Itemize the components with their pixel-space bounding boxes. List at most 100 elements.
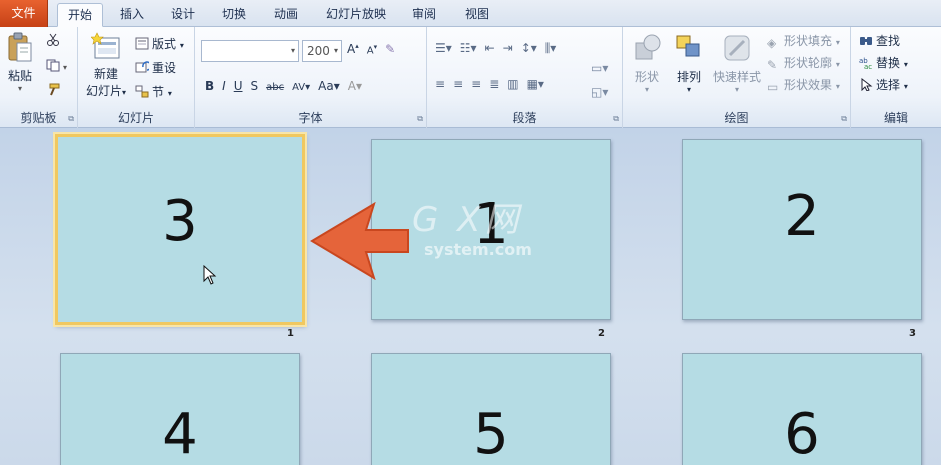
select-icon: [861, 78, 873, 91]
italic-icon[interactable]: I: [222, 79, 226, 93]
find-button[interactable]: 查找: [859, 32, 900, 49]
clear-format-icon[interactable]: ✎: [385, 42, 395, 56]
slide-number-text: 6: [784, 402, 820, 465]
font-size-input[interactable]: 200 ▾: [302, 40, 342, 62]
font-name-input[interactable]: ▾: [201, 40, 299, 62]
char-spacing-icon[interactable]: AV▾: [292, 82, 310, 93]
strikethrough-icon[interactable]: abc: [266, 82, 284, 93]
reset-icon: [135, 61, 149, 73]
tab-home[interactable]: 开始: [57, 3, 103, 27]
shape-effects-icon: ▭: [767, 80, 779, 94]
justify-icon[interactable]: ≣: [489, 77, 499, 91]
group-drawing: 形状 ▾ 排列 ▾ 快速样式 ▾ ◈ 形状填充 ▾ ✎ 形状轮廓 ▾ ▭ 形状效果: [623, 27, 851, 128]
change-case-icon[interactable]: Aa▾: [318, 79, 340, 93]
editing-group-label: 编辑: [883, 111, 908, 125]
shadow-icon[interactable]: S: [251, 79, 259, 93]
paragraph-align-buttons: ≡ ≡ ≡ ≣ ▥ ▦▾: [435, 77, 552, 91]
increase-indent-icon[interactable]: ⇥: [503, 41, 513, 55]
slide-index-3: 3: [909, 328, 916, 339]
font-format-buttons: B I U Sabc AV▾ Aa▾ A▾: [205, 79, 370, 93]
shapes-button[interactable]: 形状 ▾: [629, 33, 665, 94]
bullets-icon[interactable]: ☰▾: [435, 41, 452, 55]
paragraph-launcher-icon[interactable]: ⧉: [613, 114, 619, 124]
paragraph-group-label: 段落: [512, 111, 537, 125]
section-icon: [135, 85, 149, 98]
section-button[interactable]: 节 ▾: [135, 83, 172, 100]
copy-icon: [46, 59, 60, 72]
arrange-button[interactable]: 排列 ▾: [671, 33, 707, 94]
slide-number-text: 4: [162, 402, 198, 465]
tab-review[interactable]: 审阅: [402, 3, 446, 27]
slide-sorter-view[interactable]: 3 1 1 2 2 3 4 5 6 G X网 system.com: [0, 128, 941, 465]
tab-slideshow[interactable]: 幻灯片放映: [318, 3, 394, 27]
group-clipboard: 粘贴 ▾ ▾ 剪贴板 ⧉: [0, 27, 78, 128]
clipboard-launcher-icon[interactable]: ⧉: [68, 114, 74, 124]
slide-number-text: 5: [473, 402, 509, 465]
underline-icon[interactable]: U: [234, 79, 243, 93]
columns-icon[interactable]: ▦▾: [527, 77, 544, 91]
paste-button[interactable]: 粘贴 ▾: [2, 32, 38, 93]
layout-button[interactable]: 版式 ▾: [135, 35, 184, 52]
numbering-icon[interactable]: ☷▾: [460, 41, 477, 55]
group-slides: 新建 幻灯片▾ 版式 ▾ 重设 节 ▾ 幻灯片: [78, 27, 195, 128]
shape-outline-button[interactable]: ✎ 形状轮廓 ▾: [767, 54, 840, 72]
slide-thumbnail-6[interactable]: 6: [682, 353, 922, 465]
align-text-icon[interactable]: ▭▾: [591, 61, 608, 75]
align-right-icon[interactable]: ≡: [471, 77, 481, 91]
shrink-font-icon[interactable]: A▾: [367, 43, 377, 56]
font-color-icon[interactable]: A▾: [348, 79, 362, 93]
line-spacing-icon[interactable]: ↕▾: [521, 41, 537, 55]
replace-icon: abac: [859, 57, 872, 69]
watermark-brand: G X网: [412, 200, 523, 240]
cut-icon: [47, 33, 59, 46]
distributed-icon[interactable]: ▥: [507, 77, 518, 91]
cut-button[interactable]: [46, 33, 63, 47]
slide-index-1: 1: [287, 328, 294, 339]
drawing-launcher-icon[interactable]: ⧉: [841, 114, 847, 124]
group-font: ▾ 200 ▾ A▴ A▾ ✎ B I U Sabc AV▾ Aa▾ A▾ 字体 ⧉: [195, 27, 427, 128]
quick-styles-button[interactable]: 快速样式 ▾: [711, 33, 763, 94]
decrease-indent-icon[interactable]: ⇤: [485, 41, 495, 55]
slide-index-2: 2: [598, 328, 605, 339]
smartart-icon[interactable]: ◱▾: [591, 85, 608, 99]
new-slide-label-line1: 新建: [93, 67, 118, 81]
tab-design[interactable]: 设计: [161, 3, 205, 27]
select-button[interactable]: 选择 ▾: [859, 76, 908, 93]
quick-styles-icon: [724, 35, 750, 61]
grow-font-icon[interactable]: A▴: [347, 42, 359, 56]
paragraph-list-buttons: ☰▾ ☷▾ ⇤ ⇥ ↕▾ ⫼▾: [435, 41, 564, 56]
slide-thumbnail-1[interactable]: 3: [55, 134, 305, 325]
shapes-icon: [635, 34, 661, 60]
slide-thumbnail-3[interactable]: 2: [682, 139, 922, 320]
shape-outline-icon: ✎: [767, 58, 778, 72]
shape-fill-button[interactable]: ◈ 形状填充 ▾: [767, 32, 840, 50]
align-left-icon[interactable]: ≡: [435, 77, 445, 91]
new-slide-icon: [90, 32, 120, 59]
text-direction-icon[interactable]: ⫼▾: [545, 41, 557, 56]
paste-icon: [8, 32, 32, 62]
new-slide-label-line2: 幻灯片: [85, 84, 122, 98]
copy-button[interactable]: ▾: [46, 59, 67, 73]
tab-file[interactable]: 文件: [0, 0, 48, 27]
drawing-group-label: 绘图: [724, 111, 749, 125]
reset-button[interactable]: 重设: [135, 59, 176, 76]
paste-label: 粘贴: [7, 69, 32, 83]
slide-thumbnail-4[interactable]: 4: [60, 353, 300, 465]
tab-insert[interactable]: 插入: [110, 3, 154, 27]
watermark-domain: system.com: [424, 240, 532, 259]
format-painter-button[interactable]: [46, 83, 63, 97]
slide-thumbnail-5[interactable]: 5: [371, 353, 611, 465]
shape-fill-icon: ◈: [767, 36, 777, 50]
font-size-buttons: A▴ A▾ ✎: [347, 42, 403, 56]
left-arrow-icon: [310, 202, 409, 280]
align-center-icon[interactable]: ≡: [453, 77, 463, 91]
shape-effects-button[interactable]: ▭ 形状效果 ▾: [767, 76, 840, 94]
replace-button[interactable]: ab ac 替换 ▾: [859, 54, 908, 71]
new-slide-button[interactable]: 新建 幻灯片▾: [82, 32, 130, 99]
bold-icon[interactable]: B: [205, 79, 214, 93]
tab-transitions[interactable]: 切换: [212, 3, 256, 27]
ribbon: 粘贴 ▾ ▾ 剪贴板 ⧉ 新建 幻灯片▾ 版式 ▾ 重设 节 ▾ 幻灯片 ▾ 2…: [0, 27, 941, 128]
tab-view[interactable]: 视图: [455, 3, 499, 27]
tab-animations[interactable]: 动画: [264, 3, 308, 27]
font-launcher-icon[interactable]: ⧉: [417, 114, 423, 124]
